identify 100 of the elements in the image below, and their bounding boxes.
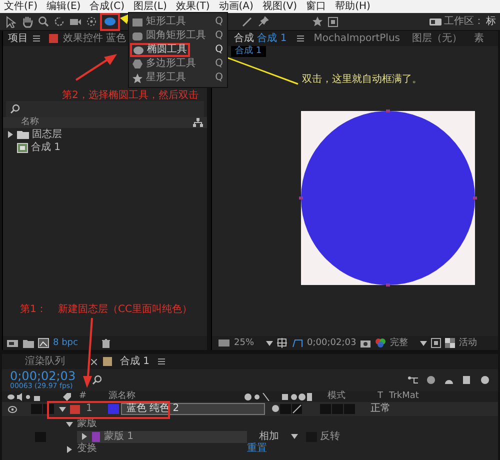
project-item[interactable]: 固态层 — [32, 128, 62, 140]
current-time[interactable]: 0;00;02;03 — [307, 338, 356, 348]
monitor-icon[interactable] — [218, 338, 230, 348]
mask-path-icon[interactable] — [292, 338, 304, 348]
region-icon[interactable] — [277, 338, 288, 348]
project-item[interactable]: 合成 1 — [31, 142, 61, 154]
star-icon — [132, 72, 143, 84]
pointer-icon[interactable] — [6, 16, 16, 28]
snapshot-icon[interactable] — [360, 338, 372, 348]
label-swatch[interactable] — [70, 404, 80, 414]
graph-editor-icon[interactable] — [480, 375, 490, 385]
caret-right-icon[interactable] — [66, 446, 73, 452]
menu-icon[interactable] — [158, 358, 165, 365]
search-icon[interactable] — [92, 375, 103, 385]
star-icon[interactable] — [312, 16, 322, 27]
menu-item[interactable]: 视图(V) — [262, 0, 298, 12]
workspace-value[interactable]: 标 — [486, 16, 496, 28]
panel-tab[interactable]: 素 — [472, 32, 486, 44]
menu-item[interactable]: 窗口 — [306, 0, 326, 12]
resolution[interactable]: 完整 — [390, 338, 408, 348]
trash-icon[interactable] — [102, 338, 110, 348]
zoom-level[interactable]: 25% — [234, 338, 254, 348]
column-header[interactable]: # — [79, 391, 87, 402]
color-channels-icon[interactable] — [375, 338, 386, 348]
mask-name[interactable]: 蒙版 1 — [104, 430, 134, 442]
hierarchy-icon[interactable] — [193, 118, 203, 127]
switch-box[interactable] — [332, 404, 344, 414]
draft-3d-icon[interactable] — [426, 375, 436, 385]
polygon-icon — [132, 59, 143, 69]
column-header[interactable]: TrkMat — [389, 391, 419, 402]
region-icon[interactable] — [431, 338, 442, 348]
menu-item[interactable]: 文件(F) — [4, 0, 38, 12]
camera-icon[interactable] — [68, 16, 82, 26]
brush-icon[interactable] — [242, 16, 252, 26]
reset-link[interactable]: 重置 — [247, 443, 267, 455]
mask-mode-dropdown[interactable]: 相加 — [255, 430, 291, 442]
switch-box[interactable] — [280, 404, 292, 414]
switch-box[interactable] — [344, 404, 356, 414]
search-field[interactable] — [6, 101, 204, 117]
column-header[interactable]: 模式 — [328, 391, 346, 402]
caret-down-icon[interactable] — [420, 340, 428, 346]
column-header[interactable]: T — [378, 391, 384, 402]
menu-item[interactable]: 效果(T) — [176, 0, 210, 12]
ellipse-icon[interactable] — [104, 17, 116, 26]
bit-depth[interactable]: 8 bpc — [53, 338, 78, 348]
layer-switches-icon[interactable] — [244, 392, 312, 400]
tool-menu-item[interactable]: 矩形工具 Q — [129, 15, 227, 29]
caret-down-icon[interactable] — [66, 420, 73, 428]
eye-icon[interactable] — [8, 406, 17, 412]
panel-tab[interactable]: 效果控件 蓝色 — [61, 32, 128, 44]
tool-menu-item[interactable]: 多边形工具 Q — [129, 57, 227, 71]
caret-down-icon[interactable] — [59, 406, 66, 412]
column-header[interactable]: 名称 — [21, 117, 39, 128]
switch-box[interactable] — [320, 404, 332, 414]
panel-tab[interactable]: 项目 — [6, 32, 30, 44]
footage-icon[interactable] — [7, 338, 19, 348]
timecode[interactable]: 0;00;02;03 — [10, 370, 76, 382]
panel-tab[interactable]: 合成 1 — [118, 356, 152, 368]
panel-tab[interactable]: 图层（无） — [410, 32, 464, 44]
column-header[interactable]: 源名称 — [108, 391, 136, 402]
grid-icon[interactable] — [328, 16, 338, 26]
shortcut-label: Q — [215, 16, 223, 28]
menu-item[interactable]: 图层(L) — [133, 0, 167, 12]
menu-item[interactable]: 合成(C) — [90, 0, 124, 12]
menu-item[interactable]: 编辑(E) — [46, 0, 81, 12]
caret-down-icon[interactable] — [291, 434, 298, 439]
frame-blend-icon[interactable] — [462, 375, 472, 385]
composition-icon[interactable] — [38, 338, 49, 348]
caret-right-icon[interactable] — [7, 131, 14, 138]
tool-menu-item[interactable]: 椭圆工具 Q — [129, 43, 227, 57]
quality-icon[interactable] — [292, 404, 302, 414]
panel-tab[interactable]: 渲染队列 — [7, 356, 67, 368]
breadcrumb[interactable]: 合成 1 — [231, 46, 266, 57]
menu-icon[interactable] — [33, 35, 40, 42]
orbit-icon[interactable] — [86, 16, 96, 27]
shy-icon[interactable] — [271, 404, 280, 413]
switch-box[interactable] — [31, 404, 42, 414]
pin-icon[interactable] — [258, 16, 268, 27]
caret-down-icon[interactable] — [266, 340, 274, 346]
workspace-icon[interactable] — [429, 18, 442, 26]
menu-item[interactable]: 帮助(H) — [335, 0, 370, 12]
tool-menu-item[interactable]: 圆角矩形工具 Q — [129, 29, 227, 43]
transparency-grid-icon[interactable] — [445, 338, 456, 348]
ellipse-shape[interactable] — [301, 111, 475, 285]
folder-icon[interactable] — [23, 338, 34, 348]
av-switches-icon[interactable] — [7, 392, 41, 400]
panel-tab[interactable]: MochaImportPlus — [312, 32, 402, 44]
hand-icon[interactable] — [22, 16, 32, 28]
rotate-icon[interactable] — [54, 16, 64, 27]
menu-icon[interactable] — [296, 35, 304, 42]
panel-tab[interactable]: 合成 合成 1 — [232, 32, 289, 44]
close-icon[interactable] — [91, 358, 97, 364]
search-icon — [10, 104, 21, 114]
camera-view[interactable]: 活动 — [459, 338, 478, 348]
menu-item[interactable]: 动画(A) — [218, 0, 254, 12]
property-group[interactable]: 变换 — [77, 443, 97, 455]
comp-flowchart-icon[interactable] — [408, 375, 418, 385]
caret-right-icon[interactable] — [81, 433, 88, 440]
search-icon[interactable] — [38, 16, 48, 27]
tool-menu-item[interactable]: 星形工具 Q — [129, 71, 227, 85]
